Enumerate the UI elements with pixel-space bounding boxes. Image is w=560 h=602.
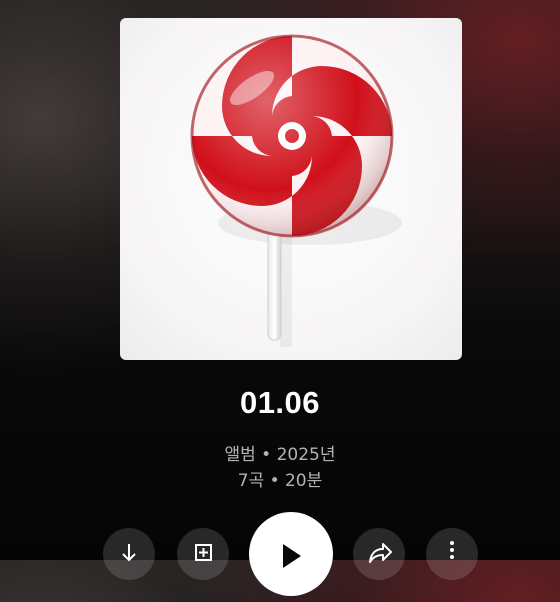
more-vertical-icon [450,541,454,559]
download-button[interactable] [103,528,155,580]
album-artwork [120,18,462,360]
album-tracks-duration: 7곡 • 20분 [237,471,323,491]
download-icon [122,544,136,562]
album-action-bar [0,512,560,602]
add-to-library-icon [195,544,212,561]
more-options-button[interactable] [426,528,478,580]
lollipop-image [190,34,402,347]
album-type-year: 앨범 • 2025년 [224,445,336,465]
save-to-library-button[interactable] [177,528,229,580]
play-button[interactable] [249,512,333,596]
share-icon [369,543,392,563]
play-icon [283,544,301,568]
album-title: 01.06 [239,385,321,420]
share-button[interactable] [353,528,405,580]
